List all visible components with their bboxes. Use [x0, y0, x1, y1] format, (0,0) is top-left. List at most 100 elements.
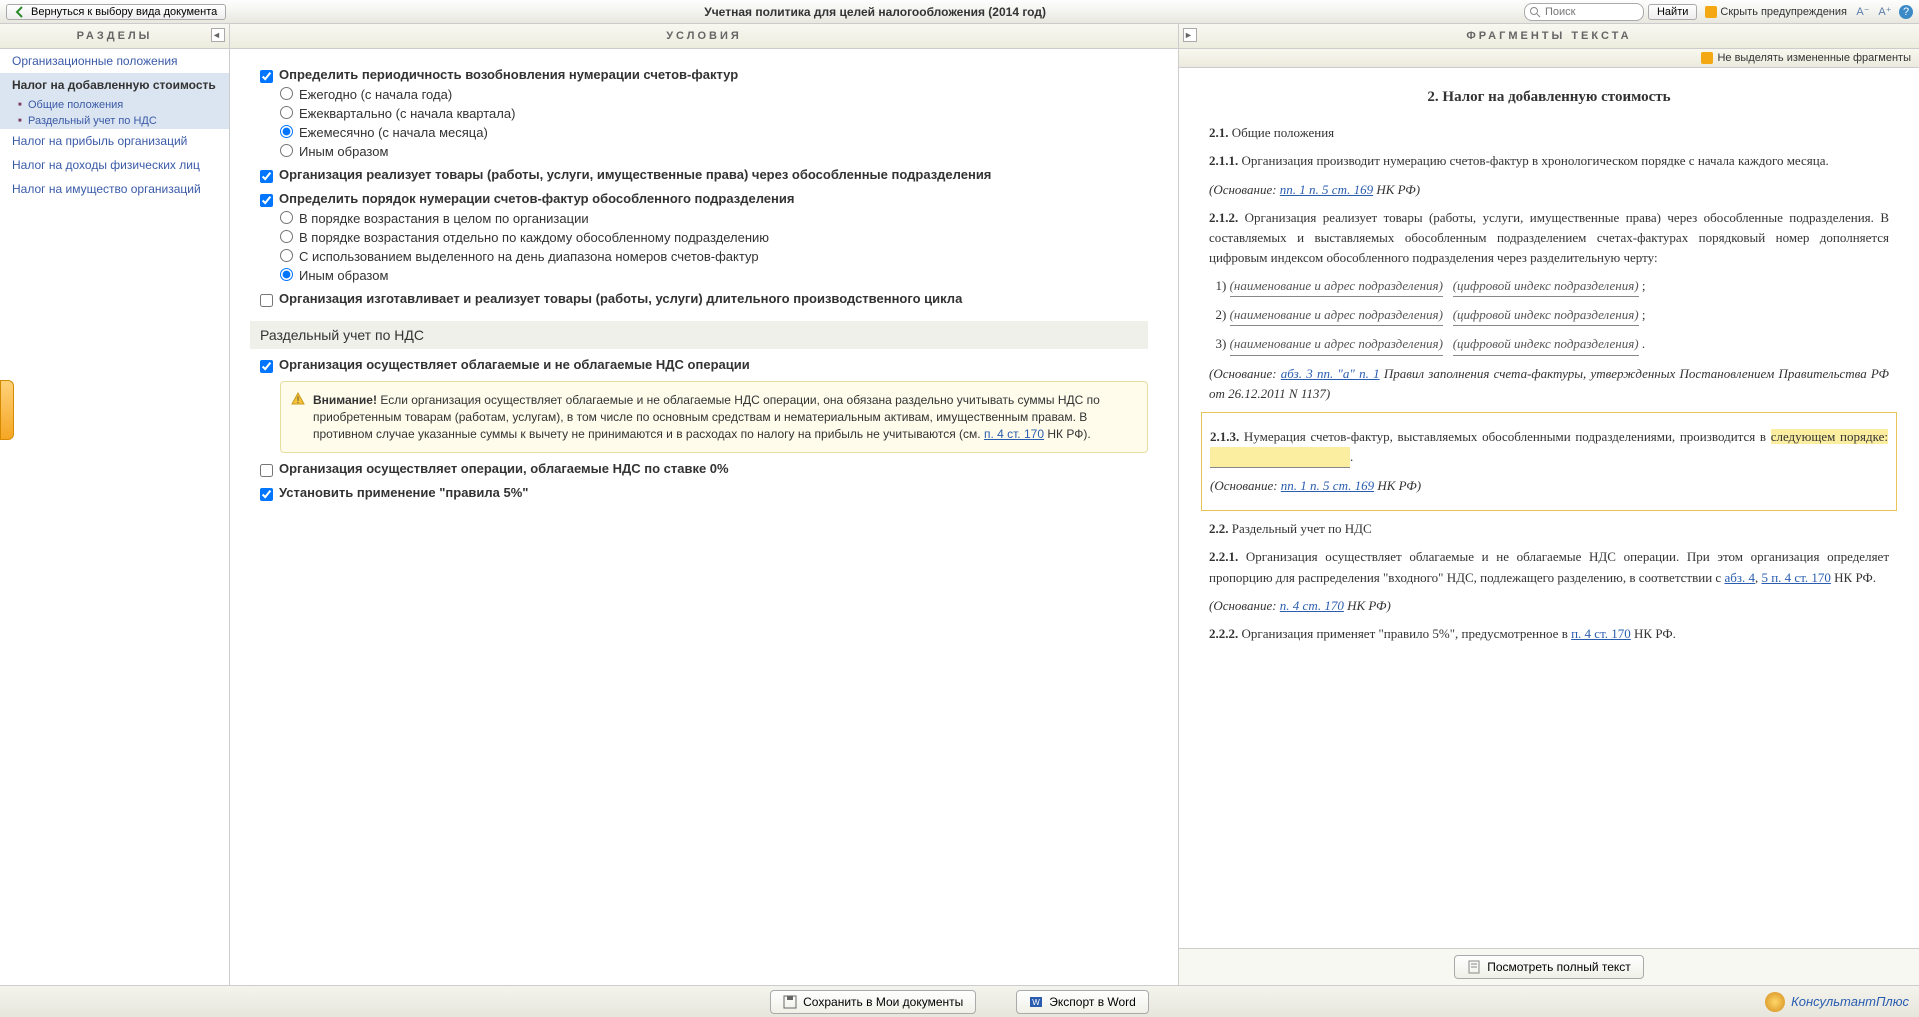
nkrf6: НК РФ.: [1631, 626, 1676, 641]
check-subdivisions[interactable]: [260, 170, 273, 183]
t211: Организация производит нумерацию счетов-…: [1238, 153, 1829, 168]
link-170-3[interactable]: п. 4 ст. 170: [1571, 626, 1631, 641]
warn-link[interactable]: п. 4 ст. 170: [984, 427, 1044, 441]
svg-text:W: W: [1032, 998, 1040, 1007]
t22: Раздельный учет по НДС: [1229, 521, 1372, 536]
base3: (Основание:: [1210, 478, 1281, 493]
n213: 2.1.3.: [1210, 429, 1239, 444]
link-170-1[interactable]: 5 п. 4 ст. 170: [1761, 570, 1830, 585]
radio-monthly-label: Ежемесячно (с начала месяца): [299, 125, 488, 140]
radio-asc-sub[interactable]: [280, 230, 293, 243]
section-item-property[interactable]: Налог на имущество организаций: [0, 177, 229, 201]
radio-range[interactable]: [280, 249, 293, 262]
radio-asc-org[interactable]: [280, 211, 293, 224]
collapse-sections-icon[interactable]: ◄: [211, 28, 225, 42]
check-numbering-period-label: Определить периодичность возобновления н…: [279, 67, 738, 82]
check-sub-numbering-label: Определить порядок нумерации счетов-факт…: [279, 191, 794, 206]
section-item-profit[interactable]: Налог на прибыль организаций: [0, 129, 229, 153]
view-full-text-label: Посмотреть полный текст: [1487, 960, 1631, 974]
check-long-cycle-label: Организация изготавливает и реализует то…: [279, 291, 962, 306]
section-sub-general[interactable]: Общие положения: [0, 97, 229, 113]
arrow-left-icon: [15, 6, 27, 18]
check-rule5-label: Установить применение "правила 5%": [279, 485, 528, 500]
conditions-header: УСЛОВИЯ: [230, 24, 1178, 49]
warning-icon: [1705, 6, 1717, 18]
view-full-text-button[interactable]: Посмотреть полный текст: [1454, 955, 1644, 979]
page-title: Учетная политика для целей налогообложен…: [234, 5, 1516, 19]
radio-asc-sub-label: В порядке возрастания отдельно по каждом…: [299, 230, 769, 245]
save-button[interactable]: Сохранить в Мои документы: [770, 990, 976, 1014]
radio-other2-label: Иным образом: [299, 268, 388, 283]
warning-box: ! Внимание! Если организация осуществляе…: [280, 381, 1148, 453]
link-abz3[interactable]: абз. 3 пп. "а" п. 1: [1281, 366, 1380, 381]
link-170-2[interactable]: п. 4 ст. 170: [1280, 598, 1344, 613]
nkrf3: НК РФ): [1374, 478, 1421, 493]
check-zero-rate-label: Организация осуществляет операции, облаг…: [279, 461, 729, 476]
font-larger-icon[interactable]: A⁺: [1877, 4, 1893, 20]
radio-other1[interactable]: [280, 144, 293, 157]
collapse-fragments-icon[interactable]: ►: [1183, 28, 1197, 42]
n21: 2.1.: [1209, 125, 1229, 140]
radio-yearly-label: Ежегодно (с начала года): [299, 87, 452, 102]
t213a: Нумерация счетов-фактур, выставляемых об…: [1239, 429, 1770, 444]
highlight-icon: [1701, 52, 1713, 64]
check-subdivisions-label: Организация реализует товары (работы, ус…: [279, 167, 991, 182]
radio-other2[interactable]: [280, 268, 293, 281]
section-item-ndfl[interactable]: Налог на доходы физических лиц: [0, 153, 229, 177]
t213hl: следующем порядке:: [1771, 429, 1888, 444]
section-item-nds[interactable]: Налог на добавленную стоимость: [0, 73, 229, 97]
check-zero-rate[interactable]: [260, 464, 273, 477]
highlighted-block: 2.1.3. Нумерация счетов-фактур, выставля…: [1201, 412, 1897, 511]
fill-order: [1210, 447, 1350, 468]
li1: 1): [1216, 278, 1227, 293]
document-icon: [1467, 960, 1481, 974]
t212: Организация реализует товары (работы, ус…: [1209, 210, 1889, 265]
radio-monthly[interactable]: [280, 125, 293, 138]
check-taxable-ops-label: Организация осуществляет облагаемые и не…: [279, 357, 750, 372]
check-sub-numbering[interactable]: [260, 194, 273, 207]
section-item-org[interactable]: Организационные положения: [0, 49, 229, 73]
check-long-cycle[interactable]: [260, 294, 273, 307]
export-word-button[interactable]: W Экспорт в Word: [1016, 990, 1149, 1014]
li2: 2): [1216, 307, 1227, 322]
help-icon[interactable]: ?: [1899, 5, 1913, 19]
check-numbering-period[interactable]: [260, 70, 273, 83]
base4: (Основание:: [1209, 598, 1280, 613]
fill-name-2: (наименование и адрес подразделения): [1230, 305, 1443, 326]
link-abz4[interactable]: абз. 4: [1724, 570, 1755, 585]
check-taxable-ops[interactable]: [260, 360, 273, 373]
alert-icon: !: [291, 392, 305, 406]
back-button[interactable]: Вернуться к выбору вида документа: [6, 4, 226, 20]
n221: 2.2.1.: [1209, 549, 1238, 564]
brand: КонсультантПлюс: [1765, 992, 1909, 1012]
find-button[interactable]: Найти: [1648, 4, 1697, 20]
radio-yearly[interactable]: [280, 87, 293, 100]
radio-other1-label: Иным образом: [299, 144, 388, 159]
radio-quarterly[interactable]: [280, 106, 293, 119]
check-rule5[interactable]: [260, 488, 273, 501]
section-sub-separate[interactable]: Раздельный учет по НДС: [0, 113, 229, 129]
li3: 3): [1216, 336, 1227, 351]
back-label: Вернуться к выбору вида документа: [31, 6, 217, 18]
t222: Организация применяет "правило 5%", пред…: [1238, 626, 1571, 641]
search-icon: [1529, 6, 1541, 18]
save-label: Сохранить в Мои документы: [803, 995, 963, 1009]
warn-label: Внимание!: [313, 393, 377, 407]
hide-warnings-toggle[interactable]: Скрыть предупреждения: [1705, 6, 1847, 18]
nkrf5: НК РФ): [1344, 598, 1391, 613]
fragments-toolbar: Не выделять измененные фрагменты: [1179, 49, 1919, 68]
side-tab-handle[interactable]: [0, 380, 14, 440]
radio-quarterly-label: Ежеквартально (с начала квартала): [299, 106, 515, 121]
fill-idx-3: (цифровой индекс подразделения): [1453, 334, 1639, 355]
fragments-header: ► ФРАГМЕНТЫ ТЕКСТА: [1179, 24, 1919, 49]
font-smaller-icon[interactable]: A⁻: [1855, 4, 1871, 20]
radio-asc-org-label: В порядке возрастания в целом по организ…: [299, 211, 589, 226]
no-highlight-toggle[interactable]: Не выделять измененные фрагменты: [1717, 52, 1911, 64]
search-input[interactable]: [1524, 3, 1644, 21]
n212: 2.1.2.: [1209, 210, 1238, 225]
link-169-1[interactable]: пп. 1 п. 5 ст. 169: [1280, 182, 1373, 197]
t21: Общие положения: [1229, 125, 1335, 140]
link-169-2[interactable]: пп. 1 п. 5 ст. 169: [1281, 478, 1374, 493]
base1: (Основание:: [1209, 182, 1280, 197]
frag-heading: 2. Налог на добавленную стоимость: [1209, 86, 1889, 109]
